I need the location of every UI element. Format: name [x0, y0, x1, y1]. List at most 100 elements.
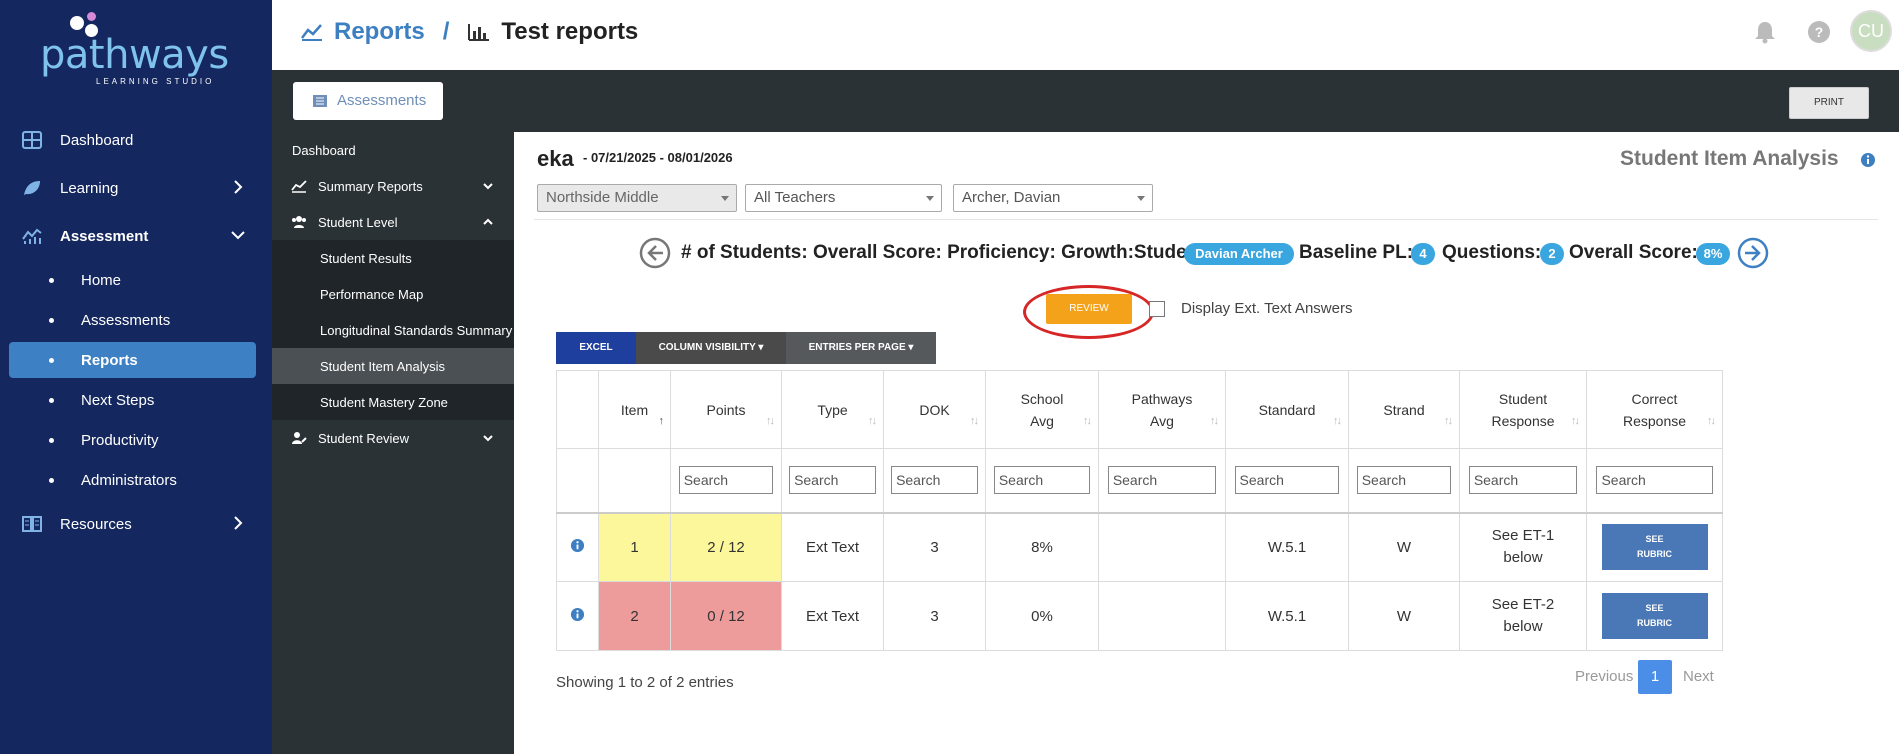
chevron-down-icon: [483, 183, 493, 190]
pathways-logo[interactable]: pathways LEARNING STUDIO: [30, 10, 230, 86]
cell-type: Ext Text: [781, 581, 884, 651]
search-input-points[interactable]: [678, 466, 774, 495]
caret-down-icon: [926, 196, 934, 201]
sidebar-item-assessment[interactable]: Assessment: [0, 218, 272, 254]
school-select[interactable]: Northside Middle: [537, 184, 737, 212]
subnav-student-item-analysis[interactable]: Student Item Analysis: [272, 348, 514, 384]
info-icon[interactable]: [570, 538, 585, 553]
teacher-select-value: All Teachers: [754, 189, 836, 206]
table-row: 1 2 / 12 Ext Text 3 8% W.5.1 W See ET-1 b…: [556, 512, 1723, 582]
subnav-performance-map[interactable]: Performance Map: [272, 276, 514, 312]
search-input-correct-response[interactable]: [1596, 466, 1713, 495]
sidebar-subitem-label: Next Steps: [81, 392, 155, 409]
pagination-page-1[interactable]: 1: [1638, 660, 1672, 694]
sidebar-subitem-administrators[interactable]: Administrators: [9, 462, 256, 498]
reports-subnav: Dashboard Summary Reports Student Level …: [272, 132, 514, 754]
previous-student-icon[interactable]: [639, 237, 671, 269]
response-line: below: [1503, 549, 1543, 567]
column-header-points[interactable]: Points ↑↓: [670, 370, 782, 449]
analytics-icon: [22, 228, 42, 244]
cell-pathways-avg: [1098, 512, 1226, 582]
bullet-dot: [49, 478, 54, 483]
student-select[interactable]: Archer, Davian: [953, 184, 1153, 212]
student-name-badge: Davian Archer: [1184, 243, 1294, 265]
response-line: below: [1503, 618, 1543, 635]
subnav-summary-reports[interactable]: Summary Reports: [272, 168, 514, 204]
column-header-label: School Avg: [1020, 390, 1064, 429]
subnav-longitudinal-standards-summary[interactable]: Longitudinal Standards Summary: [272, 312, 514, 348]
column-header-item[interactable]: Item ↑: [598, 370, 671, 449]
column-header-school-avg[interactable]: School Avg ↑↓: [985, 370, 1099, 449]
teacher-select[interactable]: All Teachers: [745, 184, 942, 212]
display-ext-text-checkbox[interactable]: [1149, 301, 1165, 317]
breadcrumb-separator: /: [442, 18, 450, 45]
sidebar-subitem-productivity[interactable]: Productivity: [9, 422, 256, 458]
search-input-school-avg[interactable]: [993, 466, 1091, 495]
avatar[interactable]: CU: [1850, 10, 1892, 52]
info-icon[interactable]: [570, 607, 585, 622]
leaf-icon: [24, 181, 40, 195]
search-input-student-response[interactable]: [1468, 466, 1578, 495]
next-student-icon[interactable]: [1737, 237, 1769, 269]
subnav-label: Student Mastery Zone: [320, 395, 448, 410]
column-header-student-response[interactable]: Student Response ↑↓: [1459, 370, 1587, 449]
column-header-strand[interactable]: Strand ↑↓: [1348, 370, 1460, 449]
column-header-standard[interactable]: Standard ↑↓: [1225, 370, 1349, 449]
pagination-next[interactable]: Next: [1683, 668, 1714, 685]
search-input-type[interactable]: [789, 466, 876, 495]
pagination-previous[interactable]: Previous: [1575, 668, 1633, 685]
excel-button[interactable]: EXCEL: [556, 332, 636, 364]
bar-chart-icon: [468, 24, 490, 41]
grid-icon: [22, 131, 42, 149]
search-cell: [1459, 448, 1587, 514]
bell-icon[interactable]: [1752, 19, 1778, 45]
column-header-type[interactable]: Type ↑↓: [781, 370, 884, 449]
column-header-pathways-avg[interactable]: Pathways Avg ↑↓: [1098, 370, 1226, 449]
sort-icon: ↑↓: [1210, 415, 1219, 427]
column-header-label: Pathways Avg: [1131, 390, 1193, 429]
subnav-student-results[interactable]: Student Results: [272, 240, 514, 276]
subnav-dashboard[interactable]: Dashboard: [272, 132, 514, 168]
sidebar-subitem-home[interactable]: Home: [9, 262, 256, 298]
sort-icon: ↑↓: [1083, 415, 1092, 427]
item-analysis-table: Item ↑ Points ↑↓ Type ↑↓ DOK ↑↓ School Avg ↑↓ …: [556, 370, 1723, 651]
cell-strand: W: [1348, 512, 1460, 582]
assessments-button[interactable]: Assessments: [293, 82, 443, 120]
entries-per-page-button[interactable]: ENTRIES PER PAGE ▾: [786, 332, 936, 364]
search-input-strand[interactable]: [1356, 466, 1452, 495]
sidebar-subitem-assessments[interactable]: Assessments: [9, 302, 256, 338]
search-input-dok[interactable]: [891, 466, 978, 495]
search-cell: [1225, 448, 1349, 514]
summary-labels: # of Students: Overall Score: Proficienc…: [681, 242, 1211, 263]
subnav-student-mastery-zone[interactable]: Student Mastery Zone: [272, 384, 514, 420]
student-select-value: Archer, Davian: [962, 189, 1061, 206]
response-line: See ET-1: [1491, 527, 1555, 545]
see-rubric-button[interactable]: SEE RUBRIC: [1601, 524, 1708, 571]
column-visibility-button[interactable]: COLUMN VISIBILITY ▾: [636, 332, 786, 364]
search-input-standard[interactable]: [1234, 466, 1340, 495]
column-header-correct-response[interactable]: Correct Response ↑↓: [1586, 370, 1723, 449]
column-header-dok[interactable]: DOK ↑↓: [883, 370, 986, 449]
subnav-student-review[interactable]: Student Review: [272, 420, 514, 456]
sidebar-subitem-next-steps[interactable]: Next Steps: [9, 382, 256, 418]
help-icon[interactable]: ?: [1806, 19, 1832, 45]
cell-student-response: See ET-2 below: [1459, 581, 1587, 651]
sidebar-item-dashboard[interactable]: Dashboard: [0, 122, 272, 158]
breadcrumb-reports[interactable]: Reports: [334, 18, 425, 46]
sort-icon: ↑↓: [1571, 415, 1580, 427]
info-icon[interactable]: [1860, 152, 1876, 168]
search-cell: [670, 448, 782, 514]
subnav-student-level[interactable]: Student Level: [272, 204, 514, 240]
column-header-label: Points: [706, 401, 746, 418]
sidebar-subitem-reports[interactable]: Reports: [9, 342, 256, 378]
overall-score-label: Overall Score:: [1569, 242, 1698, 263]
search-input-pathways-avg[interactable]: [1107, 466, 1217, 495]
cell-standard: W.5.1: [1225, 512, 1349, 582]
subnav-label: Dashboard: [292, 143, 356, 158]
cell-item: 2: [598, 581, 671, 651]
questions-badge: 2: [1540, 243, 1564, 265]
see-rubric-button[interactable]: SEE RUBRIC: [1601, 593, 1708, 639]
print-button[interactable]: PRINT: [1789, 87, 1869, 119]
sidebar-item-learning[interactable]: Learning: [0, 170, 272, 206]
sidebar-item-resources[interactable]: Resources: [0, 506, 272, 542]
